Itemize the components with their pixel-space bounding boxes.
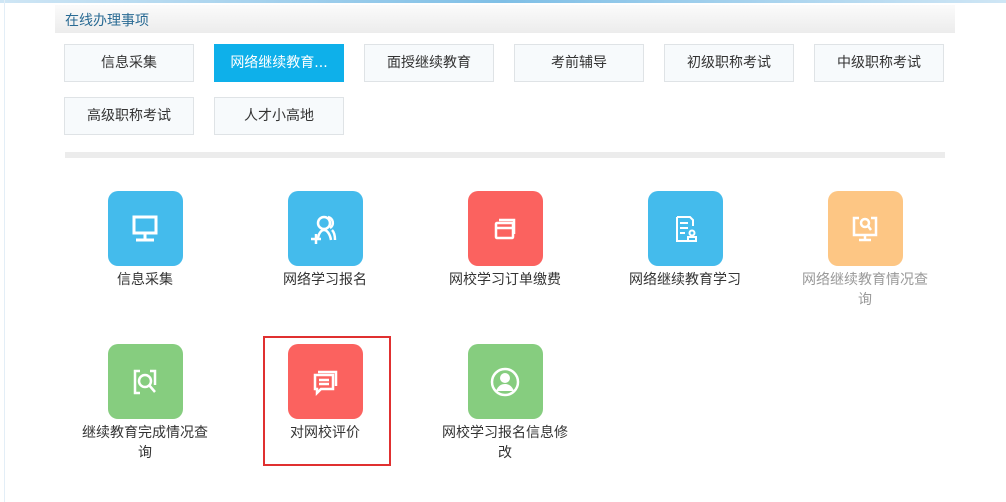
item-order-pay[interactable]: 网校学习订单缴费 (430, 191, 580, 290)
item-label: 网校学习订单缴费 (449, 272, 561, 288)
item-label: 信息采集 (117, 272, 173, 288)
tab-online-education[interactable]: 网络继续教育... (214, 44, 344, 82)
item-label: 网络继续教育学习 (629, 272, 741, 288)
document-stamp-icon (647, 191, 723, 266)
tab-talent[interactable]: 人才小高地 (214, 97, 344, 135)
tab-face-education[interactable]: 面授继续教育 (364, 44, 494, 82)
user-circle-icon (467, 344, 543, 419)
tab-exam-coaching[interactable]: 考前辅导 (514, 44, 644, 82)
tab-info-collect[interactable]: 信息采集 (64, 44, 194, 82)
section-header: 在线办理事项 (55, 5, 955, 33)
search-icon (107, 344, 183, 419)
left-border (4, 0, 5, 502)
divider (65, 152, 945, 158)
item-label: 网络学习报名 (283, 272, 367, 288)
item-info-collect[interactable]: 信息采集 (70, 191, 220, 290)
item-label: 网络继续教育情况查询 (802, 272, 928, 308)
add-user-icon (287, 191, 363, 266)
card-icon (467, 191, 543, 266)
item-signup-edit[interactable]: 网校学习报名信息修改 (430, 344, 580, 463)
monitor-search-icon (827, 191, 903, 266)
section-title: 在线办理事项 (65, 13, 149, 29)
item-label: 继续教育完成情况查询 (82, 425, 208, 461)
tab-middle-exam[interactable]: 中级职称考试 (814, 44, 944, 82)
item-online-study[interactable]: 网络继续教育学习 (610, 191, 760, 290)
item-label: 网校学习报名信息修改 (442, 425, 568, 461)
monitor-icon (107, 191, 183, 266)
item-completion-query[interactable]: 继续教育完成情况查询 (70, 344, 220, 463)
highlight-box (263, 336, 391, 466)
tab-senior-exam[interactable]: 高级职称考试 (64, 97, 194, 135)
item-online-signup[interactable]: 网络学习报名 (250, 191, 400, 290)
item-online-status-query[interactable]: 网络继续教育情况查询 (790, 191, 940, 310)
top-accent-bar (0, 0, 1006, 3)
tab-junior-exam[interactable]: 初级职称考试 (664, 44, 794, 82)
